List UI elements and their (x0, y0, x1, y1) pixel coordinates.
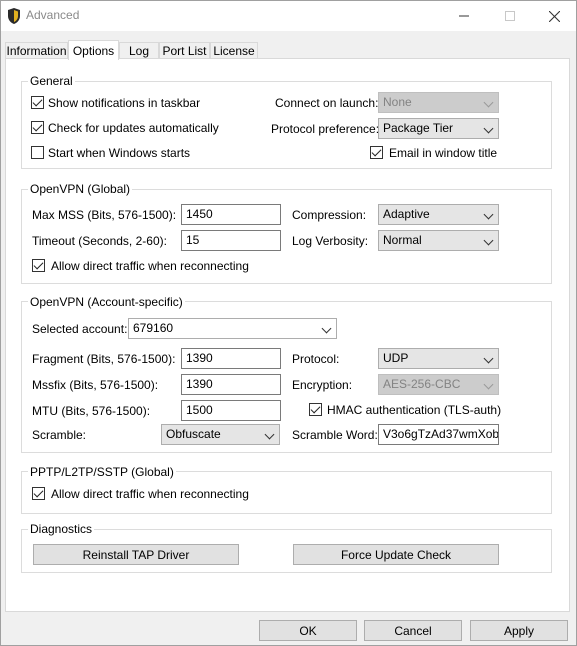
protocol-preference-select[interactable]: Package Tier (378, 118, 499, 139)
fragment-input[interactable]: 1390 (181, 348, 281, 369)
email-in-title-checkbox[interactable] (370, 146, 383, 159)
openvpn-account-title: OpenVPN (Account-specific) (28, 295, 185, 309)
general-title: General (28, 74, 75, 88)
email-in-title-label[interactable]: Email in window title (389, 146, 497, 160)
compression-select[interactable]: Adaptive (378, 204, 499, 225)
log-verbosity-label: Log Verbosity: (292, 234, 369, 248)
max-mss-input[interactable]: 1450 (181, 204, 281, 225)
connect-on-launch-value: None (383, 95, 412, 109)
protocol-select[interactable]: UDP (378, 348, 499, 369)
chevron-down-icon (483, 123, 494, 134)
tab-license[interactable]: License (210, 42, 258, 59)
scramble-select[interactable]: Obfuscate (161, 424, 280, 445)
protocol-preference-label: Protocol preference: (271, 122, 380, 136)
fragment-label: Fragment (Bits, 576-1500): (32, 352, 176, 366)
tab-log[interactable]: Log (119, 42, 159, 59)
reinstall-tap-button[interactable]: Reinstall TAP Driver (33, 544, 239, 565)
selected-account-value: 679160 (133, 321, 174, 335)
chevron-down-icon (483, 379, 494, 390)
encryption-select: AES-256-CBC (378, 374, 499, 395)
minimize-icon (459, 15, 469, 17)
show-notifications-label[interactable]: Show notifications in taskbar (48, 96, 200, 110)
mssfix-input[interactable]: 1390 (181, 374, 281, 395)
start-windows-checkbox[interactable] (31, 146, 44, 159)
show-notifications-checkbox[interactable] (31, 96, 44, 109)
protocol-value: UDP (383, 351, 409, 365)
encryption-value: AES-256-CBC (383, 377, 461, 391)
mssfix-label: Mssfix (Bits, 576-1500): (32, 378, 159, 392)
ok-button[interactable]: OK (259, 620, 357, 641)
log-verbosity-value: Normal (383, 233, 422, 247)
compression-value: Adaptive (383, 207, 430, 221)
chevron-down-icon (264, 429, 275, 440)
scramble-word-label: Scramble Word: (292, 428, 378, 442)
mtu-label: MTU (Bits, 576-1500): (32, 404, 151, 418)
protocol-label: Protocol: (292, 352, 340, 366)
compression-label: Compression: (292, 208, 367, 222)
log-verbosity-select[interactable]: Normal (378, 230, 499, 251)
chevron-down-icon (483, 353, 494, 364)
chevron-down-icon (483, 97, 494, 108)
hmac-label[interactable]: HMAC authentication (TLS-auth) (327, 403, 501, 417)
title-bar: Advanced (1, 1, 576, 31)
scramble-label: Scramble: (32, 428, 87, 442)
maximize-button (487, 2, 533, 30)
tab-options[interactable]: Options (68, 40, 119, 60)
connect-on-launch-select: None (378, 92, 499, 113)
window-title: Advanced (26, 8, 80, 22)
mtu-input[interactable]: 1500 (181, 400, 281, 421)
check-updates-label[interactable]: Check for updates automatically (48, 121, 219, 135)
chevron-down-icon (483, 235, 494, 246)
allow-direct-global-label[interactable]: Allow direct traffic when reconnecting (51, 259, 249, 273)
selected-account-select[interactable]: 679160 (128, 318, 337, 339)
apply-button[interactable]: Apply (470, 620, 568, 641)
allow-direct-pptp-label[interactable]: Allow direct traffic when reconnecting (51, 487, 249, 501)
tab-information[interactable]: Information (5, 42, 68, 59)
close-icon (548, 10, 560, 22)
cancel-button[interactable]: Cancel (364, 620, 462, 641)
protocol-preference-value: Package Tier (383, 121, 454, 135)
chevron-down-icon (483, 209, 494, 220)
timeout-input[interactable]: 15 (181, 230, 281, 251)
openvpn-global-title: OpenVPN (Global) (28, 182, 133, 196)
start-windows-label[interactable]: Start when Windows starts (48, 146, 190, 160)
scramble-word-input[interactable]: V3o6gTzAd37wmXobY8 (378, 424, 499, 445)
scramble-value: Obfuscate (166, 427, 221, 441)
maximize-icon (505, 11, 515, 21)
allow-direct-pptp-checkbox[interactable] (32, 487, 45, 500)
shield-logo-icon (8, 8, 20, 24)
connect-on-launch-label: Connect on launch: (275, 96, 379, 110)
allow-direct-global-checkbox[interactable] (32, 259, 45, 272)
minimize-button[interactable] (441, 2, 487, 30)
tab-port-list[interactable]: Port List (159, 42, 210, 59)
encryption-label: Encryption: (292, 378, 353, 392)
selected-account-label: Selected account: (32, 322, 128, 336)
check-updates-checkbox[interactable] (31, 121, 44, 134)
close-button[interactable] (531, 2, 577, 30)
timeout-label: Timeout (Seconds, 2-60): (32, 234, 167, 248)
chevron-down-icon (321, 323, 332, 334)
diagnostics-title: Diagnostics (28, 522, 95, 536)
pptp-title: PPTP/L2TP/SSTP (Global) (28, 465, 176, 479)
force-update-button[interactable]: Force Update Check (293, 544, 499, 565)
hmac-checkbox[interactable] (309, 403, 322, 416)
max-mss-label: Max MSS (Bits, 576-1500): (32, 208, 177, 222)
